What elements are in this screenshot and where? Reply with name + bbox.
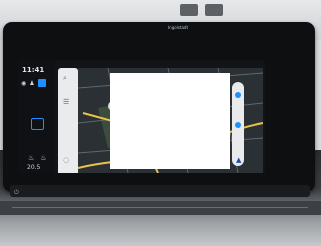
map-controls <box>232 82 244 166</box>
seat-heat-right-icon[interactable]: ♨ <box>40 154 46 162</box>
clock: 11:41 <box>22 66 45 74</box>
air-vent <box>0 201 321 215</box>
location-pin-icon[interactable]: ◌ <box>63 156 69 164</box>
wireless-icon[interactable]: ◉ <box>21 80 26 87</box>
search-icon[interactable]: ⌕ <box>63 74 67 83</box>
temperature-readout[interactable]: 20.5 <box>27 164 40 171</box>
wall-fixture <box>205 4 223 16</box>
compass-icon[interactable] <box>235 92 241 98</box>
wall-fixture <box>180 4 198 16</box>
map-place-label: Ingolstadt <box>168 25 189 30</box>
home-icon[interactable] <box>37 79 46 87</box>
app-menu-icon[interactable] <box>31 118 44 130</box>
hardware-button-bar <box>10 185 310 197</box>
power-icon[interactable]: ⏻ <box>14 189 19 197</box>
menu-icon[interactable]: ☰ <box>63 98 69 106</box>
zoom-icon[interactable] <box>235 122 241 128</box>
left-sidebar: 11:41 ◉ ♟ ♨ ♨ 20.5 <box>18 60 55 173</box>
vent-slat <box>12 207 308 208</box>
redaction-box <box>110 73 230 169</box>
navigation-arrow-icon[interactable]: ▲ <box>236 156 241 164</box>
person-icon[interactable]: ♟ <box>29 80 34 87</box>
seat-heat-left-icon[interactable]: ♨ <box>28 154 34 162</box>
search-panel: ⌕ ☰ ◌ <box>58 68 78 173</box>
